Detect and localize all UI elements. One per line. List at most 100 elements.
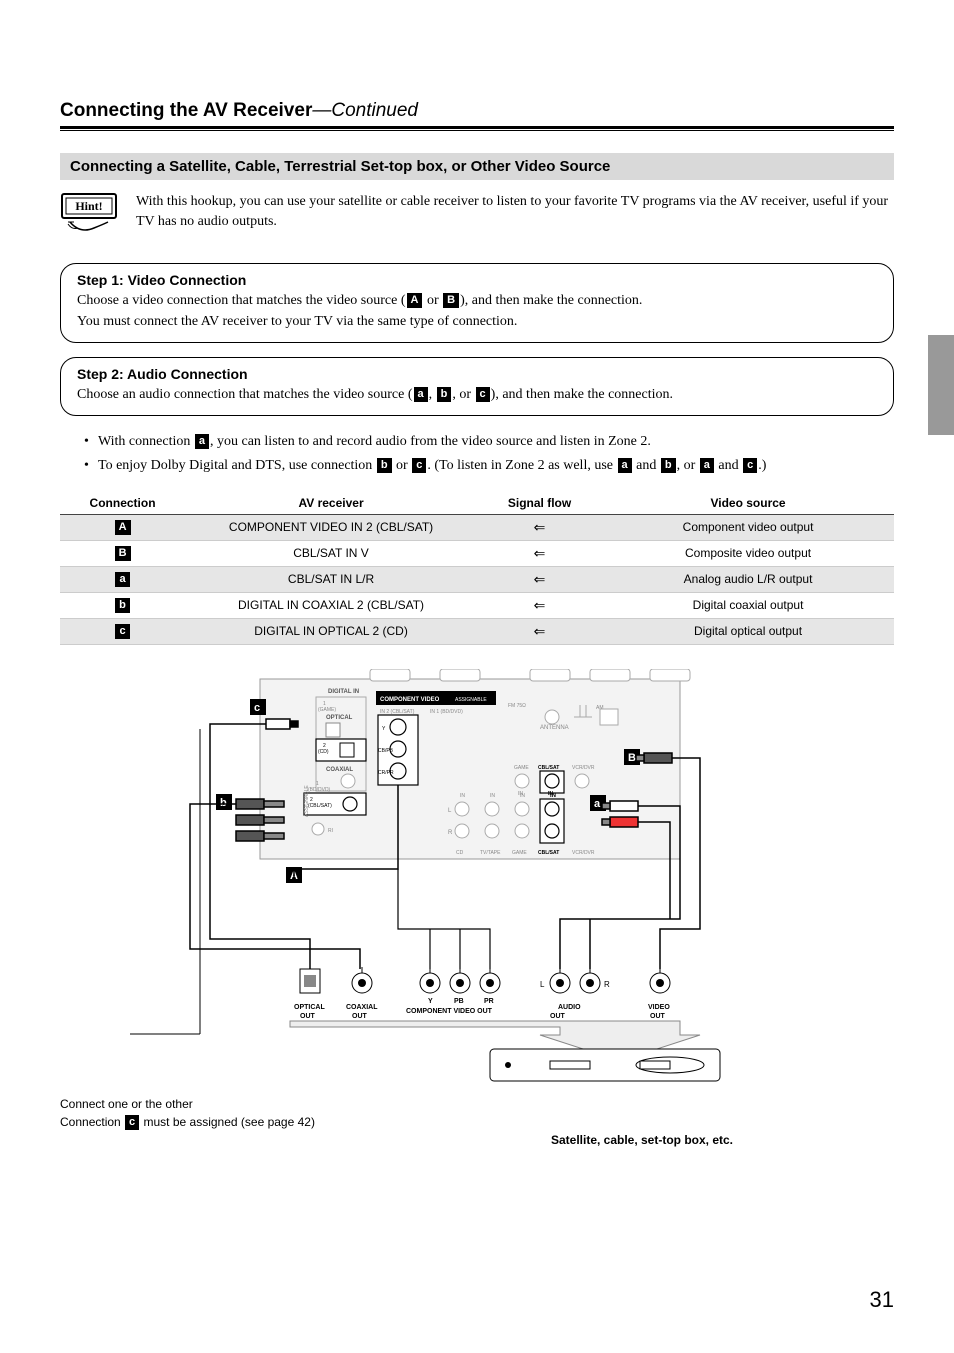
svg-text:AUDIOOUT: AUDIOOUT: [550, 1004, 581, 1020]
table-cell: Component video output: [602, 514, 894, 540]
table-cell: CBL/SAT IN L/R: [185, 566, 477, 592]
lbl-digital-in: DIGITAL IN: [328, 689, 359, 695]
table-cell: CBL/SAT IN V: [185, 540, 477, 566]
lbl-assignable: ASSIGNABLE: [304, 784, 310, 816]
table-cell: ⇐: [477, 540, 602, 566]
chip-c: c: [125, 1115, 139, 1130]
chip-B: B: [115, 546, 131, 561]
lbl-cbpb: CB/PB: [378, 748, 394, 754]
chip-c: c: [743, 458, 757, 473]
table-cell: b: [60, 592, 185, 618]
table-cell: ⇐: [477, 514, 602, 540]
th-connection: Connection: [60, 492, 185, 515]
hint-icon: Hint!: [60, 192, 118, 245]
connection-table: Connection AV receiver Signal flow Video…: [60, 492, 894, 645]
lbl-coaxial: COAXIAL: [326, 767, 353, 773]
lbl-game3: GAME: [514, 765, 529, 771]
svg-text:RI: RI: [328, 828, 333, 834]
table-header-row: Connection AV receiver Signal flow Video…: [60, 492, 894, 515]
table-cell: COMPONENT VIDEO IN 2 (CBL/SAT): [185, 514, 477, 540]
lbl-audioout: AUDIOOUT: [550, 1004, 581, 1020]
table-row: cDIGITAL IN OPTICAL 2 (CD)⇐Digital optic…: [60, 618, 894, 644]
lbl-in2b: IN: [548, 791, 553, 797]
lbl-crpr: CR/PR: [378, 770, 394, 776]
diagram-chip-a: a: [594, 798, 601, 810]
lbl-cd2: CD: [456, 850, 464, 856]
lbl-compvideo: COMPONENT VIDEO: [380, 697, 440, 703]
th-flow: Signal flow: [477, 492, 602, 515]
bullet-text: or: [393, 458, 412, 473]
lbl-cblsat2: (CBL/SAT): [308, 803, 332, 809]
chip-A: A: [407, 293, 423, 308]
diagram-chip-c: c: [254, 702, 260, 714]
lbl-pb2: PB: [454, 998, 464, 1005]
lbl-in2: IN 2 (CBL/SAT): [380, 709, 415, 715]
chip-b: b: [377, 458, 392, 473]
table-row: B CBL/SAT IN V⇐Composite video output: [60, 540, 894, 566]
th-receiver: AV receiver: [185, 492, 477, 515]
page-number: 31: [60, 1287, 894, 1313]
step1-title: Step 1: Video Connection: [77, 272, 877, 288]
table-cell: ⇐: [477, 618, 602, 644]
lbl-cblsat3: CBL/SAT: [538, 850, 559, 856]
bullet-text: , you can listen to and record audio fro…: [210, 434, 651, 449]
step2-box: Step 2: Audio Connection Choose an audio…: [60, 357, 894, 416]
chip-A: A: [115, 520, 131, 535]
footer-notes: Connect one or the other Connection c mu…: [60, 1095, 894, 1131]
title-continued: —Continued: [312, 100, 418, 121]
note-1: Connect one or the other: [60, 1095, 894, 1113]
bullet-item: To enjoy Dolby Digital and DTS, use conn…: [84, 454, 894, 478]
step1-box: Step 1: Video Connection Choose a video …: [60, 263, 894, 343]
table-cell: ⇐: [477, 592, 602, 618]
bullet-text: and: [633, 458, 660, 473]
lbl-fm: FM 75Ω: [508, 703, 526, 709]
bullet-text: . (To listen in Zone 2 as well, use: [427, 458, 616, 473]
bullet-text: To enjoy Dolby Digital and DTS, use conn…: [98, 458, 376, 473]
bullet-item: With connection a, you can listen to and…: [84, 430, 894, 454]
svg-text:COAXIALOUT: COAXIALOUT: [346, 1004, 378, 1020]
step2-text: Choose an audio connection that matches …: [77, 387, 413, 402]
chip-B: B: [443, 293, 459, 308]
title-rule: [60, 126, 894, 131]
step2-text: , or: [452, 387, 474, 402]
chip-a: a: [700, 458, 714, 473]
page-title: Connecting the AV Receiver—Continued: [60, 100, 894, 122]
chip-c: c: [115, 624, 129, 639]
table-cell: Composite video output: [602, 540, 894, 566]
note-text: must be assigned (see page 42): [140, 1115, 315, 1129]
lbl-cd: (CD): [318, 749, 329, 755]
table-cell: B: [60, 540, 185, 566]
note-text: Connection: [60, 1115, 124, 1129]
source-outputs: OPTICALOUT COAXIALOUT Y PB PR COMPONENT …: [290, 967, 700, 1061]
lbl-pr2: PR: [484, 998, 494, 1005]
table-cell: Analog audio L/R output: [602, 566, 894, 592]
chip-b: b: [661, 458, 676, 473]
note-2: Connection c must be assigned (see page …: [60, 1113, 894, 1131]
chip-c: c: [476, 387, 490, 402]
lbl-in1: IN 1 (BD/DVD): [430, 709, 463, 715]
bullet-text: With connection: [98, 434, 194, 449]
table-row: bDIGITAL IN COAXIAL 2 (CBL/SAT)⇐Digital …: [60, 592, 894, 618]
lbl-coaxial-out: COAXIALOUT: [346, 1004, 378, 1020]
lbl-assignable2: ASSIGNABLE: [455, 697, 487, 703]
chip-b: b: [115, 598, 130, 613]
title-main: Connecting the AV Receiver: [60, 100, 312, 121]
lbl-in: IN: [460, 793, 465, 799]
chip-a: a: [115, 572, 129, 587]
lbl-videoout: VIDEOOUT: [648, 1004, 670, 1020]
step1-text: or: [423, 293, 442, 308]
side-tab: [928, 335, 954, 435]
table-cell: DIGITAL IN OPTICAL 2 (CD): [185, 618, 477, 644]
step2-title: Step 2: Audio Connection: [77, 366, 877, 382]
bullet-text: and: [715, 458, 742, 473]
step2-text: ,: [429, 387, 436, 402]
lbl-in2a: IN: [518, 791, 523, 797]
lbl-in: IN: [490, 793, 495, 799]
step2-body: Choose an audio connection that matches …: [77, 384, 877, 405]
table-row: aCBL/SAT IN L/R⇐Analog audio L/R output: [60, 566, 894, 592]
lbl-game2: GAME: [512, 850, 527, 856]
hint-row: Hint! With this hookup, you can use your…: [60, 192, 894, 245]
diagram-chip-B: B: [628, 752, 636, 764]
chip-a: a: [195, 434, 209, 449]
hint-label: Hint!: [75, 199, 102, 213]
